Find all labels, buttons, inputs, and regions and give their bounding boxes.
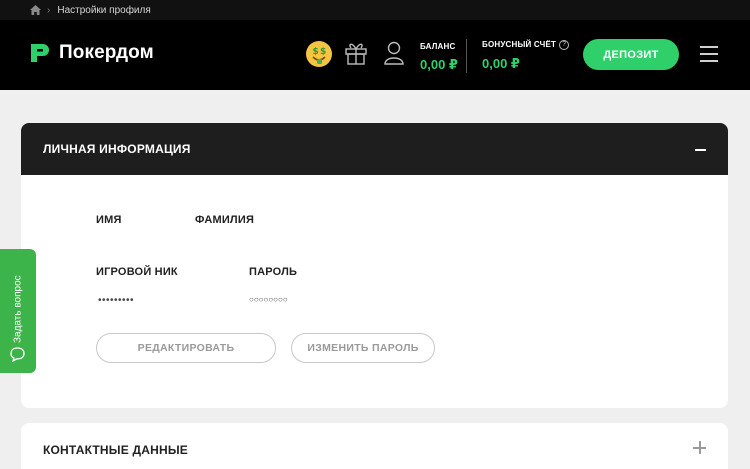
menu-icon[interactable]: [700, 46, 718, 62]
help-icon[interactable]: ?: [559, 40, 570, 50]
ask-question-label: Задать вопрос: [12, 275, 24, 343]
last-name-label: ФАМИЛИЯ: [195, 214, 255, 226]
personal-info-header[interactable]: ЛИЧНАЯ ИНФОРМАЦИЯ: [21, 123, 728, 175]
logo-text: Покердом: [59, 42, 154, 63]
gift-icon[interactable]: [344, 40, 368, 66]
breadcrumb-current: Настройки профиля: [57, 4, 151, 16]
personal-info-card: ЛИЧНАЯ ИНФОРМАЦИЯ ИМЯ ФАМИЛИЯ ИГРОВОЙ НИ…: [21, 123, 728, 408]
chevron-right-icon: ›: [47, 4, 51, 16]
personal-info-title: ЛИЧНАЯ ИНФОРМАЦИЯ: [43, 142, 191, 156]
svg-text:$: $: [313, 47, 319, 57]
user-icon[interactable]: [383, 40, 405, 66]
expand-icon[interactable]: [693, 441, 706, 454]
collapse-icon[interactable]: [695, 149, 706, 151]
contacts-title: КОНТАКТНЫЕ ДАННЫЕ: [43, 443, 188, 457]
balance-label: БАЛАНС: [420, 42, 456, 51]
ask-question-tab[interactable]: Задать вопрос: [0, 249, 36, 373]
nickname-value: •••••••••: [98, 295, 135, 306]
bonus-label: БОНУСНЫЙ СЧЁТ: [482, 40, 557, 49]
site-header: Покердом $ $ БАЛАНС 0,00 ₽ БОНУСНЫЙ СЧЁТ…: [0, 20, 750, 90]
logo[interactable]: Покердом: [29, 42, 154, 64]
edit-button[interactable]: РЕДАКТИРОВАТЬ: [96, 333, 276, 363]
password-label: ПАРОЛЬ: [249, 266, 298, 278]
home-icon[interactable]: [30, 5, 41, 15]
money-face-icon[interactable]: $ $: [305, 40, 333, 68]
balance-block[interactable]: БАЛАНС 0,00 ₽: [420, 42, 458, 73]
password-value: ○○○○○○○○: [249, 295, 288, 304]
change-password-button[interactable]: ИЗМЕНИТЬ ПАРОЛЬ: [291, 333, 435, 363]
nickname-label: ИГРОВОЙ НИК: [96, 266, 178, 278]
bonus-block[interactable]: БОНУСНЫЙ СЧЁТ? 0,00 ₽: [482, 40, 570, 72]
pokerdom-logo-icon: [31, 44, 49, 62]
bonus-value: 0,00 ₽: [482, 56, 520, 71]
contacts-card[interactable]: КОНТАКТНЫЕ ДАННЫЕ: [21, 423, 728, 469]
bonus-label-row: БОНУСНЫЙ СЧЁТ?: [482, 40, 570, 50]
deposit-button[interactable]: ДЕПОЗИТ: [583, 39, 679, 70]
header-divider: [466, 39, 467, 73]
svg-text:$: $: [320, 47, 326, 57]
chat-bubble-icon: [10, 347, 25, 362]
breadcrumb: › Настройки профиля: [0, 0, 750, 20]
first-name-label: ИМЯ: [96, 214, 122, 226]
balance-value: 0,00 ₽: [420, 57, 458, 72]
